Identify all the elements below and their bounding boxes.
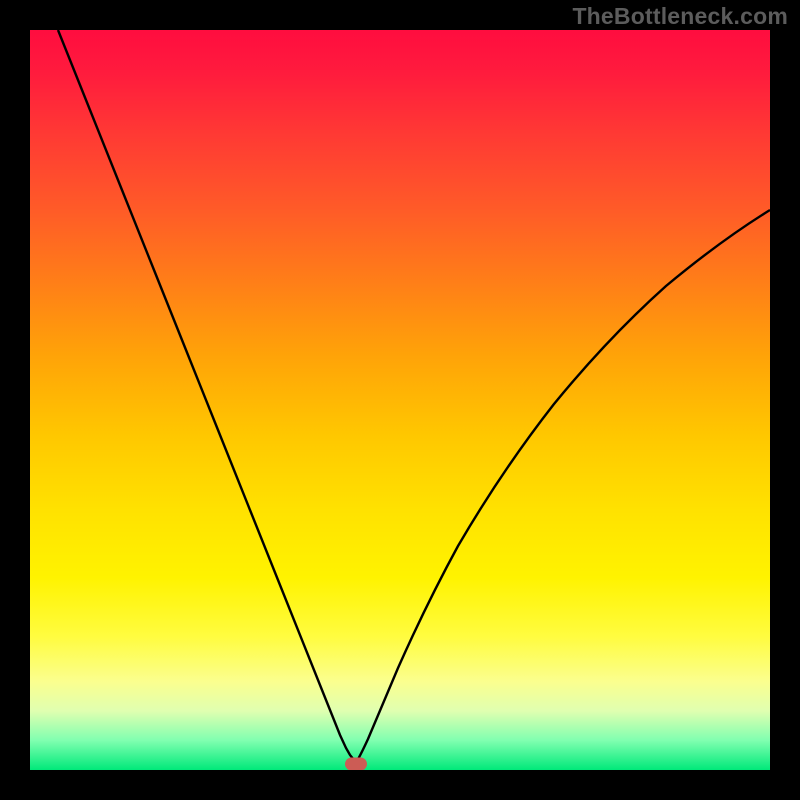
plot-area bbox=[30, 30, 770, 770]
curve-svg bbox=[30, 30, 770, 770]
curve-left-branch bbox=[58, 30, 356, 762]
chart-frame: TheBottleneck.com bbox=[0, 0, 800, 800]
watermark-text: TheBottleneck.com bbox=[572, 3, 788, 30]
minimum-marker bbox=[345, 758, 367, 770]
curve-right-branch bbox=[356, 210, 770, 762]
